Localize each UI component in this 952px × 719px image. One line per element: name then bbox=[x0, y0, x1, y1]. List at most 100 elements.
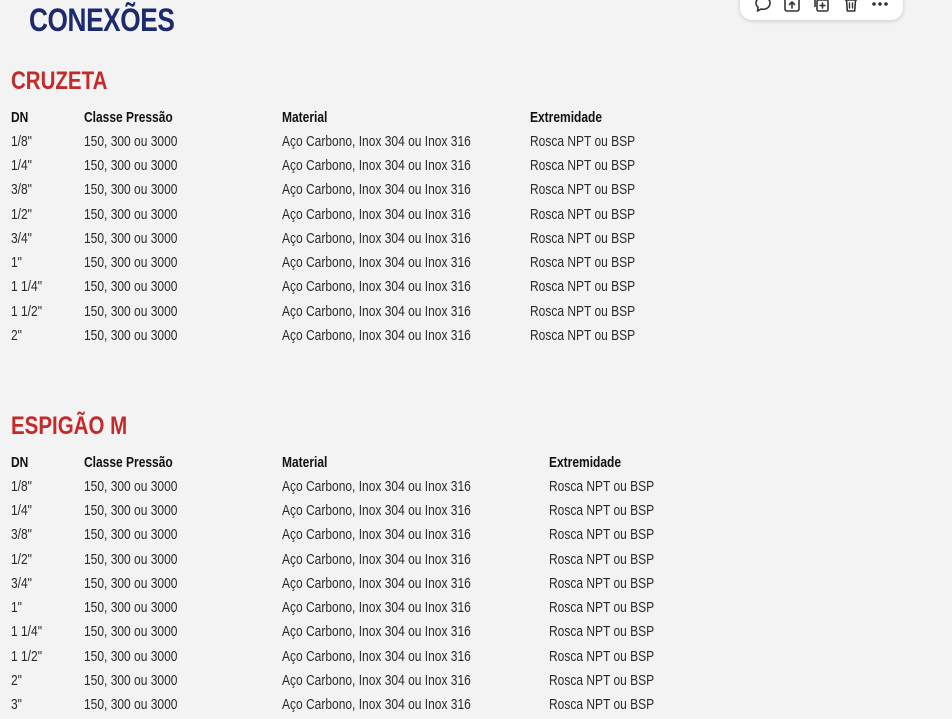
duplicate-icon bbox=[814, 0, 830, 12]
cell-end-type: Rosca NPT ou BSP bbox=[549, 647, 655, 665]
cell-material: Aço Carbono, Inox 304 ou Inox 316 bbox=[282, 181, 471, 199]
cell-dn: 1/4" bbox=[11, 501, 32, 519]
column-header-dn: DN bbox=[11, 453, 29, 471]
cell-dn: 3" bbox=[11, 696, 22, 714]
more-options-button[interactable] bbox=[869, 0, 891, 14]
column-header-dn: DN bbox=[11, 108, 29, 126]
cell-dn: 1 1/4" bbox=[11, 278, 42, 296]
table-row: 1/8" 150, 300 ou 3000 Aço Carbono, Inox 30… bbox=[11, 129, 730, 153]
table-row: 1/2" 150, 300 ou 3000 Aço Carbono, Inox 30… bbox=[11, 202, 730, 226]
cell-dn: 1/2" bbox=[11, 205, 32, 223]
cell-end-type: Rosca NPT ou BSP bbox=[549, 574, 655, 592]
cell-dn: 1 1/2" bbox=[11, 647, 42, 665]
table-row: 3/8" 150, 300 ou 3000 Aço Carbono, Inox 30… bbox=[11, 523, 749, 547]
table-row: 1 1/2" 150, 300 ou 3000 Aço Carbono, Inox … bbox=[11, 299, 730, 323]
cell-material: Aço Carbono, Inox 304 ou Inox 316 bbox=[282, 550, 471, 568]
column-header-pressure-class: Classe Pressão bbox=[84, 453, 173, 471]
section-espigao-m: ESPIGÃO M DN Classe Pressão Material Ext… bbox=[11, 411, 911, 717]
cell-dn: 2" bbox=[11, 672, 22, 690]
spec-table-cruzeta: DN Classe Pressão Material Extremidade 1… bbox=[11, 105, 730, 348]
cell-material: Aço Carbono, Inox 304 ou Inox 316 bbox=[282, 327, 471, 345]
cell-pressure-class: 150, 300 ou 3000 bbox=[84, 302, 178, 320]
cell-material: Aço Carbono, Inox 304 ou Inox 316 bbox=[282, 254, 471, 272]
cell-material: Aço Carbono, Inox 304 ou Inox 316 bbox=[282, 205, 471, 223]
cell-material: Aço Carbono, Inox 304 ou Inox 316 bbox=[282, 574, 471, 592]
cell-end-type: Rosca NPT ou BSP bbox=[530, 327, 636, 345]
cell-material: Aço Carbono, Inox 304 ou Inox 316 bbox=[282, 278, 471, 296]
cell-dn: 1 1/4" bbox=[11, 623, 42, 641]
cell-end-type: Rosca NPT ou BSP bbox=[530, 181, 636, 199]
trash-icon bbox=[844, 0, 857, 12]
comment-button[interactable] bbox=[752, 0, 774, 14]
cell-material: Aço Carbono, Inox 304 ou Inox 316 bbox=[282, 229, 471, 247]
cell-material: Aço Carbono, Inox 304 ou Inox 316 bbox=[282, 501, 471, 519]
more-icon bbox=[872, 2, 889, 6]
table-row: 1 1/4" 150, 300 ou 3000 Aço Carbono, Inox … bbox=[11, 620, 749, 644]
cell-dn: 3/4" bbox=[11, 574, 32, 592]
cell-dn: 3/4" bbox=[11, 229, 32, 247]
cell-end-type: Rosca NPT ou BSP bbox=[549, 696, 655, 714]
spec-table-espigao-m: DN Classe Pressão Material Extremidade 1… bbox=[11, 450, 749, 717]
table-row: 3/4" 150, 300 ou 3000 Aço Carbono, Inox 30… bbox=[11, 571, 749, 595]
table-row: 1/4" 150, 300 ou 3000 Aço Carbono, Inox 30… bbox=[11, 153, 730, 177]
cell-material: Aço Carbono, Inox 304 ou Inox 316 bbox=[282, 672, 471, 690]
page-title: CONEXÕES bbox=[29, 2, 175, 38]
upload-icon bbox=[784, 0, 800, 12]
block-toolbar bbox=[740, 0, 903, 20]
cell-dn: 1" bbox=[11, 599, 22, 617]
cell-pressure-class: 150, 300 ou 3000 bbox=[84, 181, 178, 199]
cell-end-type: Rosca NPT ou BSP bbox=[549, 550, 655, 568]
cell-pressure-class: 150, 300 ou 3000 bbox=[84, 501, 178, 519]
cell-end-type: Rosca NPT ou BSP bbox=[530, 302, 636, 320]
table-row: 1 1/2" 150, 300 ou 3000 Aço Carbono, Inox … bbox=[11, 644, 749, 668]
table-row: 3/4" 150, 300 ou 3000 Aço Carbono, Inox 30… bbox=[11, 226, 730, 250]
cell-pressure-class: 150, 300 ou 3000 bbox=[84, 623, 178, 641]
cell-end-type: Rosca NPT ou BSP bbox=[530, 156, 636, 174]
cell-pressure-class: 150, 300 ou 3000 bbox=[84, 205, 178, 223]
duplicate-button[interactable] bbox=[810, 0, 832, 14]
cell-end-type: Rosca NPT ou BSP bbox=[549, 501, 655, 519]
page: CONEXÕES CRUZETA DN Classe Pressão Mater… bbox=[0, 0, 952, 719]
cell-end-type: Rosca NPT ou BSP bbox=[549, 672, 655, 690]
cell-end-type: Rosca NPT ou BSP bbox=[549, 526, 655, 544]
cell-material: Aço Carbono, Inox 304 ou Inox 316 bbox=[282, 156, 471, 174]
delete-button[interactable] bbox=[840, 0, 862, 14]
column-header-pressure-class: Classe Pressão bbox=[84, 108, 173, 126]
cell-pressure-class: 150, 300 ou 3000 bbox=[84, 132, 178, 150]
cell-pressure-class: 150, 300 ou 3000 bbox=[84, 229, 178, 247]
cell-material: Aço Carbono, Inox 304 ou Inox 316 bbox=[282, 647, 471, 665]
table-row: 3" 150, 300 ou 3000 Aço Carbono, Inox 304 … bbox=[11, 693, 749, 717]
cell-pressure-class: 150, 300 ou 3000 bbox=[84, 574, 178, 592]
cell-dn: 2" bbox=[11, 327, 22, 345]
column-header-end-type: Extremidade bbox=[549, 453, 622, 471]
table-row: 3/8" 150, 300 ou 3000 Aço Carbono, Inox 30… bbox=[11, 178, 730, 202]
table-row: 2" 150, 300 ou 3000 Aço Carbono, Inox 304 … bbox=[11, 323, 730, 347]
table-row: 1 1/4" 150, 300 ou 3000 Aço Carbono, Inox … bbox=[11, 275, 730, 299]
cell-pressure-class: 150, 300 ou 3000 bbox=[84, 156, 178, 174]
cell-pressure-class: 150, 300 ou 3000 bbox=[84, 327, 178, 345]
cell-material: Aço Carbono, Inox 304 ou Inox 316 bbox=[282, 599, 471, 617]
cell-dn: 1/2" bbox=[11, 550, 32, 568]
table-row: 1/8" 150, 300 ou 3000 Aço Carbono, Inox 30… bbox=[11, 474, 749, 498]
cell-pressure-class: 150, 300 ou 3000 bbox=[84, 599, 178, 617]
comment-icon bbox=[754, 0, 771, 12]
cell-pressure-class: 150, 300 ou 3000 bbox=[84, 550, 178, 568]
cell-pressure-class: 150, 300 ou 3000 bbox=[84, 647, 178, 665]
cell-pressure-class: 150, 300 ou 3000 bbox=[84, 526, 178, 544]
upload-button[interactable] bbox=[781, 0, 803, 14]
cell-pressure-class: 150, 300 ou 3000 bbox=[84, 477, 178, 495]
table-row: 1/2" 150, 300 ou 3000 Aço Carbono, Inox 30… bbox=[11, 547, 749, 571]
cell-pressure-class: 150, 300 ou 3000 bbox=[84, 696, 178, 714]
cell-end-type: Rosca NPT ou BSP bbox=[549, 599, 655, 617]
column-header-material: Material bbox=[282, 108, 328, 126]
table-row: 2" 150, 300 ou 3000 Aço Carbono, Inox 304 … bbox=[11, 668, 749, 692]
cell-material: Aço Carbono, Inox 304 ou Inox 316 bbox=[282, 302, 471, 320]
cell-end-type: Rosca NPT ou BSP bbox=[530, 229, 636, 247]
cell-material: Aço Carbono, Inox 304 ou Inox 316 bbox=[282, 696, 471, 714]
cell-pressure-class: 150, 300 ou 3000 bbox=[84, 254, 178, 272]
cell-material: Aço Carbono, Inox 304 ou Inox 316 bbox=[282, 132, 471, 150]
cell-dn: 1/8" bbox=[11, 132, 32, 150]
cell-dn: 1 1/2" bbox=[11, 302, 42, 320]
cell-pressure-class: 150, 300 ou 3000 bbox=[84, 672, 178, 690]
cell-end-type: Rosca NPT ou BSP bbox=[530, 254, 636, 272]
